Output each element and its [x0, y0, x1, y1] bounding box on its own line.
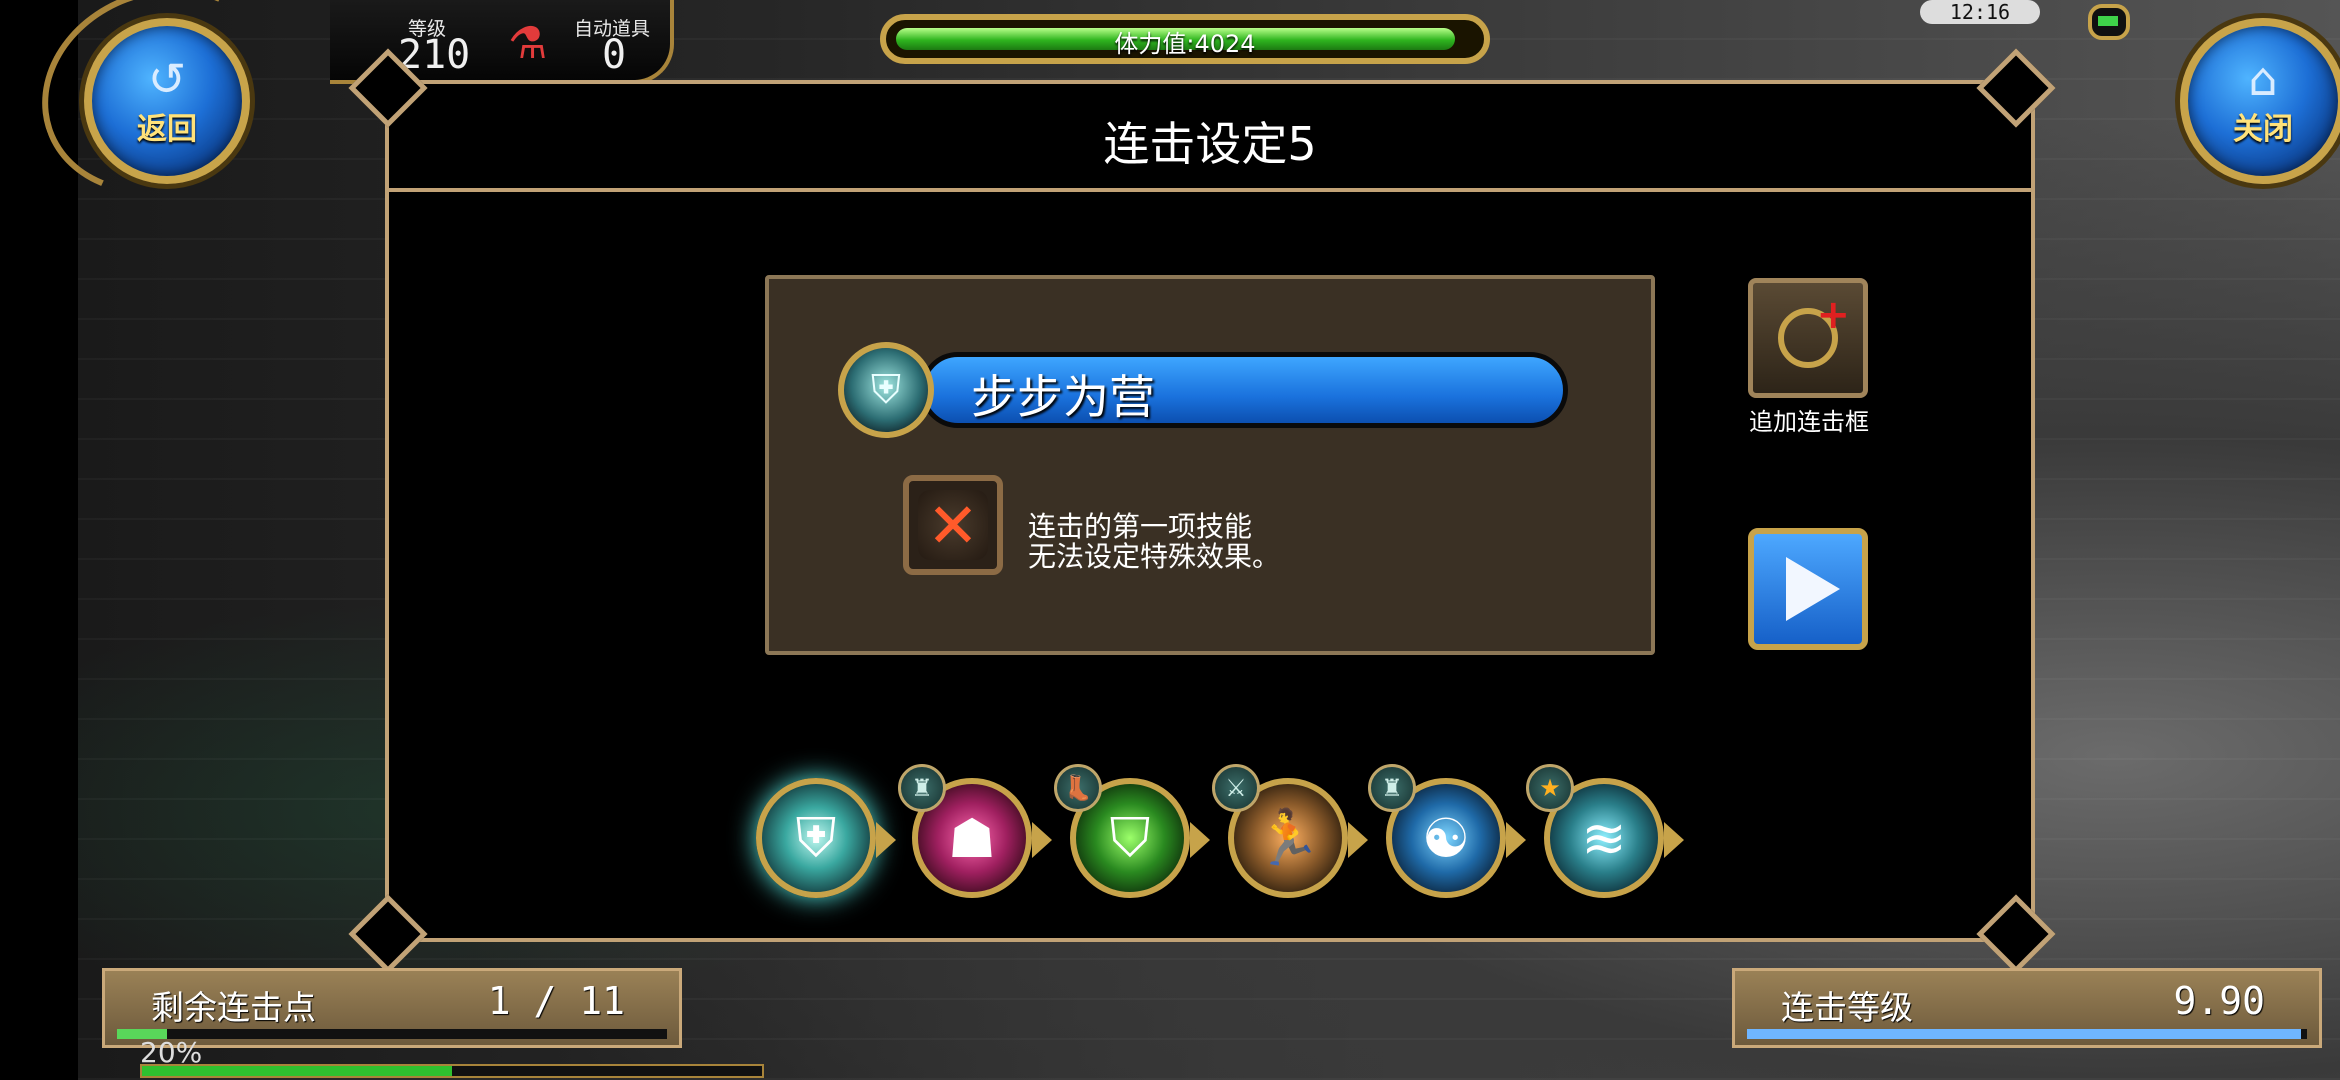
panel-title: 连击设定5	[1103, 117, 1317, 171]
close-x-icon: ✕	[918, 489, 988, 562]
combo-level-track	[1747, 1029, 2307, 1039]
first-skill-note: 连击的第一项技能 无法设定特殊效果。	[1028, 512, 1280, 572]
selected-skill-name: 步步为营	[971, 370, 1155, 424]
star-icon: ★	[1526, 764, 1574, 812]
combo-level-fill	[1747, 1029, 2301, 1039]
add-combo-slot-button[interactable]: +	[1748, 278, 1868, 398]
sword-icon: ⚔	[1212, 764, 1260, 812]
play-button[interactable]	[1748, 528, 1868, 650]
hp-fill	[142, 1066, 452, 1076]
remaining-label: 剩余连击点	[151, 988, 316, 1027]
home-icon: ⌂	[2248, 52, 2278, 106]
play-icon	[1786, 557, 1840, 621]
auto-item-value: 0	[602, 32, 627, 78]
title-divider	[389, 188, 2031, 192]
potion-icon: ⚗	[508, 18, 548, 69]
add-ring-icon: +	[1778, 292, 1850, 368]
combo-level: 连击等级 9.90	[1732, 968, 2322, 1048]
remaining-value: 1 / 11	[487, 979, 625, 1023]
special-effect-disabled-button[interactable]: ✕	[903, 475, 1003, 575]
shield-slash-icon[interactable]: ⛨	[756, 778, 896, 898]
close-label: 关闭	[2233, 112, 2293, 147]
stamina-text: 体力值:4024	[1114, 30, 1256, 58]
boot-icon: 👢	[1054, 764, 1102, 812]
potion-icon: ♜	[898, 764, 946, 812]
shield-slash-icon: ⛨	[838, 342, 934, 438]
hp-bar	[140, 1064, 764, 1078]
clock: 12:16	[1920, 0, 2040, 24]
combo-slot-box	[765, 275, 1655, 655]
potion-icon: ♜	[1368, 764, 1416, 812]
note-line: 连击的第一项技能	[1028, 510, 1253, 543]
combo-level-value: 9.90	[2173, 979, 2265, 1023]
note-line: 无法设定特殊效果。	[1028, 540, 1281, 573]
battery-icon	[2088, 4, 2130, 40]
close-button[interactable]: ⌂ 关闭	[2180, 18, 2340, 184]
stamina-bar: 体力值:4024	[880, 14, 1490, 64]
combo-level-label: 连击等级	[1781, 988, 1913, 1027]
selected-skill-bar[interactable]: 步步为营	[920, 352, 1568, 428]
add-combo-label: 追加连击框	[1749, 408, 1869, 436]
